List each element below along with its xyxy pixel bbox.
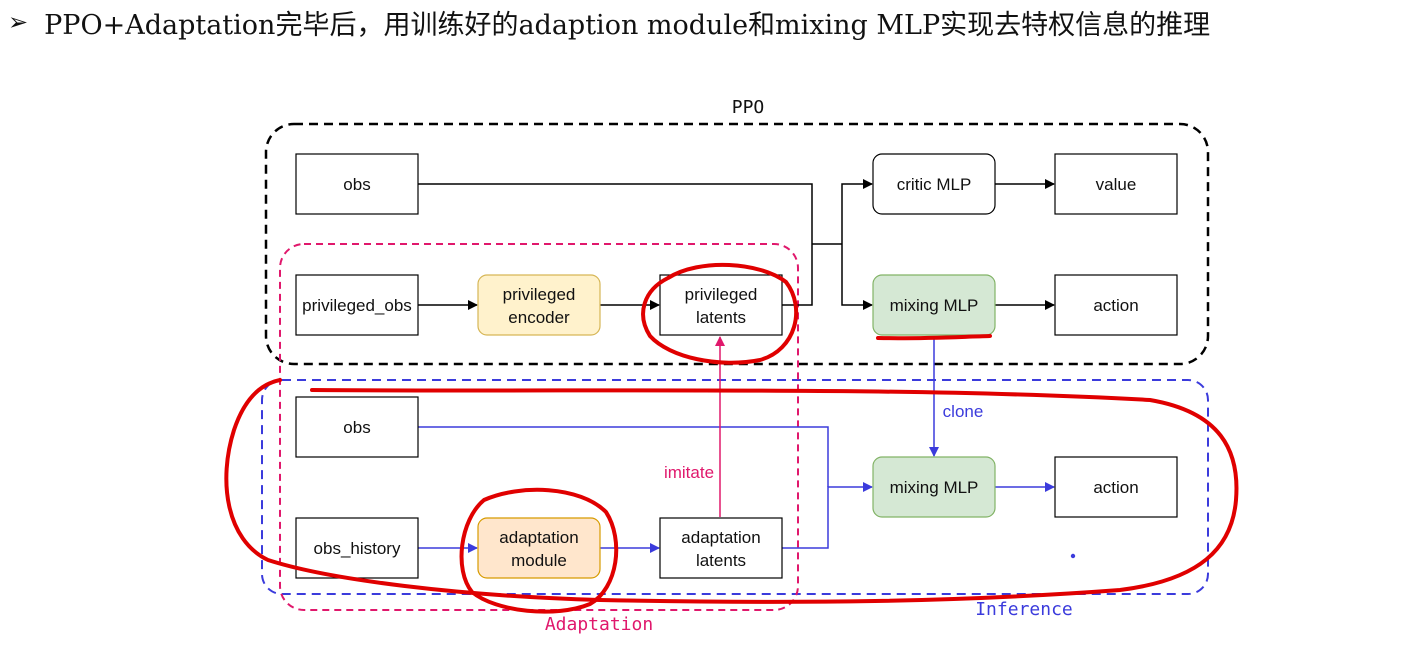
svg-text:critic MLP: critic MLP <box>897 175 972 194</box>
imitate-label: imitate <box>664 463 714 482</box>
svg-text:obs: obs <box>343 175 370 194</box>
svg-text:privileged: privileged <box>685 285 758 304</box>
edge-obs-bottom-to-mixing <box>418 426 829 487</box>
node-obs-history: obs_history <box>295 517 419 579</box>
edge-to-mixing-top <box>841 244 873 310</box>
node-value: value <box>1054 153 1178 215</box>
node-action-top: action <box>1054 274 1178 336</box>
svg-text:action: action <box>1093 478 1138 497</box>
svg-text:adaptation: adaptation <box>499 528 578 547</box>
svg-text:obs: obs <box>343 418 370 437</box>
edge-to-critic <box>841 179 873 244</box>
edge-latents-to-merge <box>782 244 813 306</box>
svg-text:mixing MLP: mixing MLP <box>890 296 979 315</box>
node-adaptation-module: adaptation module <box>477 517 601 579</box>
node-privileged-obs: privileged_obs <box>295 274 419 336</box>
node-privileged-latents: privileged latents <box>659 274 783 336</box>
svg-text:privileged_obs: privileged_obs <box>302 296 412 315</box>
node-obs-top: obs <box>295 153 419 215</box>
architecture-diagram: PPO Inference Adaptation clone imitate o… <box>224 97 1239 635</box>
inference-group-label: Inference <box>975 599 1073 620</box>
svg-text:adaptation: adaptation <box>681 528 760 547</box>
node-critic-mlp: critic MLP <box>872 153 996 215</box>
node-adaptation-latents: adaptation latents <box>659 517 783 579</box>
node-action-bottom: action <box>1054 456 1178 518</box>
edge-obs-to-merge <box>418 183 813 244</box>
svg-text:value: value <box>1096 175 1137 194</box>
svg-text:privileged: privileged <box>503 285 576 304</box>
svg-text:action: action <box>1093 296 1138 315</box>
ppo-group-label: PPO <box>732 97 765 118</box>
blue-dot <box>1070 553 1076 559</box>
svg-text:encoder: encoder <box>508 308 570 327</box>
edge-adapt-latents-to-mixing <box>782 482 873 549</box>
svg-text:mixing MLP: mixing MLP <box>890 478 979 497</box>
svg-text:module: module <box>511 551 567 570</box>
svg-text:latents: latents <box>696 551 746 570</box>
node-mixing-mlp-top: mixing MLP <box>872 274 996 336</box>
clone-label: clone <box>943 402 984 421</box>
svg-text:latents: latents <box>696 308 746 327</box>
adaptation-group-label: Adaptation <box>545 614 653 635</box>
node-privileged-encoder: privileged encoder <box>477 274 601 336</box>
node-mixing-mlp-bottom: mixing MLP <box>872 456 996 518</box>
svg-text:obs_history: obs_history <box>314 539 401 558</box>
red-underline-mixing-mlp <box>876 334 992 341</box>
node-obs-bottom: obs <box>295 396 419 458</box>
